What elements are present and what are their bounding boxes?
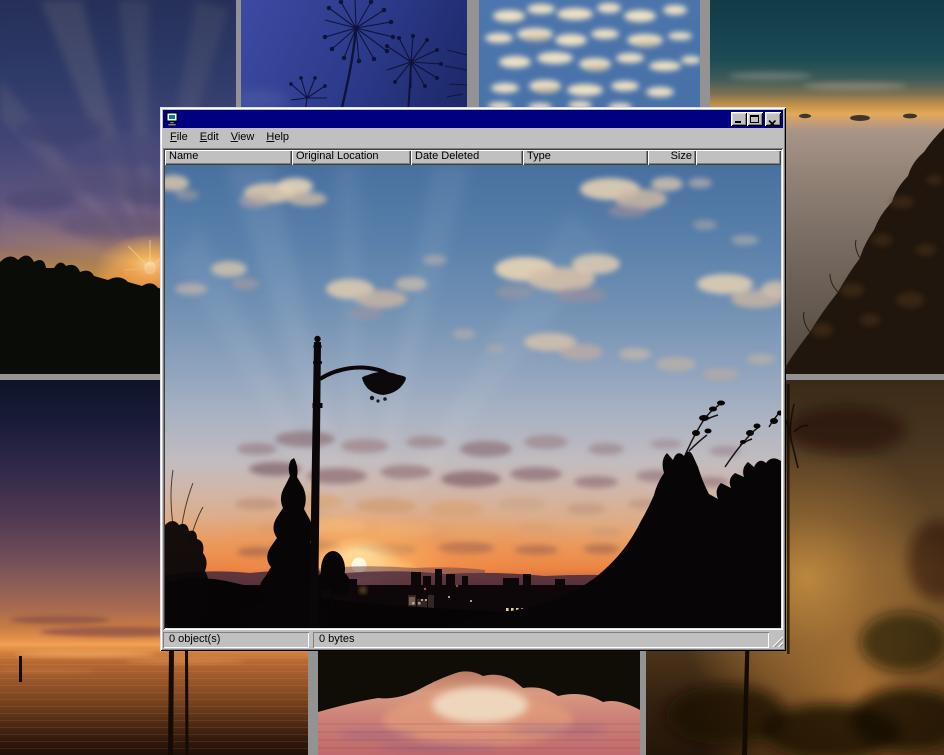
recycle-bin-window: File Edit View Help Name Original Locati… [160,107,786,651]
statusbar: 0 object(s) 0 bytes [163,632,783,648]
menu-file[interactable]: File [164,129,194,146]
minimize-button[interactable] [731,112,747,126]
status-size: 0 bytes [313,632,769,648]
close-button[interactable] [765,112,781,126]
menu-view[interactable]: View [225,129,261,146]
menu-edit[interactable]: Edit [194,129,225,146]
titlebar[interactable] [163,110,783,128]
column-header-filler [696,150,781,165]
column-header-type[interactable]: Type [523,150,648,165]
maximize-icon [750,115,759,123]
column-header-row: Name Original Location Date Deleted Type… [165,150,781,165]
minimize-icon [735,121,741,123]
titlebar-buttons [731,112,781,126]
maximize-button[interactable] [747,112,763,126]
menu-help[interactable]: Help [260,129,295,146]
listview[interactable]: Name Original Location Date Deleted Type… [163,148,783,630]
sunset-scene [165,165,781,628]
computer-icon[interactable] [165,112,179,126]
status-objects: 0 object(s) [163,632,309,648]
column-header-date-deleted[interactable]: Date Deleted [411,150,523,165]
sunset-streetlamp-photo[interactable] [165,165,781,628]
resize-grip-icon[interactable] [773,632,783,648]
close-icon [768,115,777,133]
column-header-size[interactable]: Size [648,150,696,165]
desktop: File Edit View Help Name Original Locati… [0,0,944,755]
column-header-name[interactable]: Name [165,150,292,165]
column-header-original-location[interactable]: Original Location [292,150,411,165]
menubar: File Edit View Help [163,128,783,147]
